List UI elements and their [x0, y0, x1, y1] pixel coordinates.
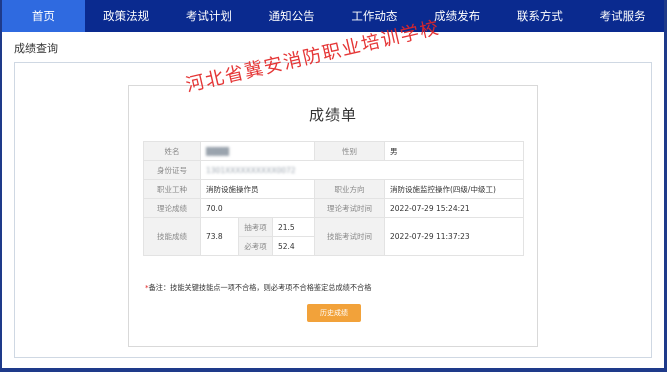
name-label: 姓名: [143, 141, 201, 161]
table-row: 姓名 ████ 性别 男: [143, 141, 524, 161]
nav-item-exam-service[interactable]: 考试服务: [581, 0, 664, 32]
report-card: 成绩单 姓名 ████ 性别 男 身份证号 1301XXXXXXXXXX0072…: [128, 85, 538, 347]
nav-item-notices[interactable]: 通知公告: [250, 0, 333, 32]
required-label: 必考项: [238, 236, 273, 256]
direction-value: 消防设施监控操作(四级/中级工): [384, 179, 524, 199]
occupation-value: 消防设施操作员: [200, 179, 315, 199]
theory-score-label: 理论成绩: [143, 198, 201, 218]
table-row: 技能成绩 73.8 抽考项 21.5 技能考试时间 2022-07-29 11:…: [143, 217, 524, 256]
history-scores-button[interactable]: 历史成绩: [307, 304, 361, 322]
skill-time-value: 2022-07-29 11:37:23: [384, 217, 524, 256]
table-row: 理论成绩 70.0 理论考试时间 2022-07-29 15:24:21: [143, 198, 524, 218]
theory-time-value: 2022-07-29 15:24:21: [384, 198, 524, 218]
grades-table: 姓名 ████ 性别 男 身份证号 1301XXXXXXXXXX0072 职业工…: [143, 141, 524, 256]
nav-item-home[interactable]: 首页: [2, 0, 85, 32]
top-nav: 首页 政策法规 考试计划 通知公告 工作动态 成绩发布 联系方式 考试服务: [2, 0, 664, 32]
bottom-frame: [0, 368, 667, 372]
occupation-label: 职业工种: [143, 179, 201, 199]
sample-label: 抽考项: [238, 217, 273, 237]
theory-time-label: 理论考试时间: [314, 198, 385, 218]
skill-time-label: 技能考试时间: [314, 217, 385, 256]
report-title: 成绩单: [308, 106, 357, 124]
id-value: 1301XXXXXXXXXX0072: [200, 160, 524, 180]
gender-label: 性别: [314, 141, 385, 161]
required-value: 52.4: [272, 236, 315, 256]
remark-note: *备注：技能关键技能点一项不合格，则必考项不合格鉴定总成绩不合格: [145, 283, 371, 293]
table-row: 身份证号 1301XXXXXXXXXX0072: [143, 160, 524, 180]
remark-text: 备注：技能关键技能点一项不合格，则必考项不合格鉴定总成绩不合格: [148, 283, 372, 292]
name-value: ████: [200, 141, 315, 161]
sample-value: 21.5: [272, 217, 315, 237]
skill-score-label: 技能成绩: [143, 217, 201, 256]
theory-score-value: 70.0: [200, 198, 315, 218]
table-row: 职业工种 消防设施操作员 职业方向 消防设施监控操作(四级/中级工): [143, 179, 524, 199]
page-title: 成绩查询: [14, 42, 58, 55]
nav-item-exam-plan[interactable]: 考试计划: [168, 0, 251, 32]
left-frame: [0, 0, 2, 372]
direction-label: 职业方向: [314, 179, 385, 199]
gender-value: 男: [384, 141, 524, 161]
nav-item-contact[interactable]: 联系方式: [499, 0, 582, 32]
id-label: 身份证号: [143, 160, 201, 180]
skill-score-value: 73.8: [200, 217, 239, 256]
nav-item-policy[interactable]: 政策法规: [85, 0, 168, 32]
